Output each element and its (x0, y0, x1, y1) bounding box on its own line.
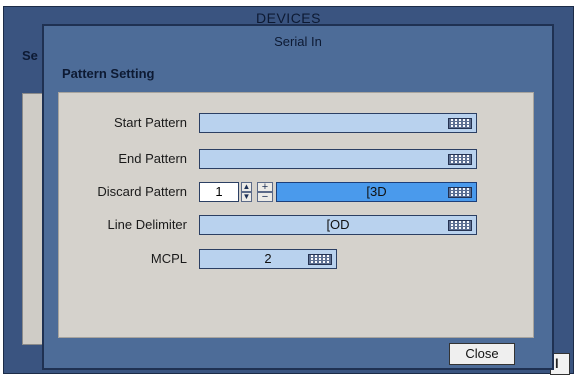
pattern-setting-label: Pattern Setting (62, 66, 155, 81)
end-pattern-row: End Pattern (59, 149, 533, 169)
line-delimiter-value: [OD (326, 217, 350, 232)
minus-button[interactable]: − (257, 192, 273, 203)
pattern-setting-panel: Start Pattern End Pattern Discard Patter… (58, 92, 534, 338)
start-pattern-label: Start Pattern (114, 115, 187, 130)
keyboard-icon[interactable] (448, 220, 472, 231)
mcpl-value: 2 (264, 251, 272, 266)
end-pattern-label: End Pattern (118, 151, 187, 166)
discard-pattern-value: [3D (366, 184, 387, 199)
close-button[interactable]: Close (449, 343, 515, 365)
line-delimiter-row: Line Delimiter [OD (59, 215, 533, 235)
mcpl-label: MCPL (150, 251, 187, 266)
serial-in-dialog: Serial In Pattern Setting Start Pattern … (42, 24, 554, 370)
spin-down-button[interactable]: ▼ (241, 192, 252, 202)
discard-count-field[interactable]: 1 (199, 182, 239, 202)
discard-pattern-row: Discard Pattern 1 ▲ ▼ + − [3D (59, 182, 533, 203)
dialog-title: Serial In (274, 34, 322, 49)
spin-up-button[interactable]: ▲ (241, 182, 252, 192)
mcpl-row: MCPL 2 (59, 249, 533, 269)
keyboard-icon[interactable] (448, 118, 472, 129)
discard-pattern-label: Discard Pattern (97, 184, 187, 199)
start-pattern-row: Start Pattern (59, 113, 533, 133)
discard-pattern-field[interactable]: [3D (276, 182, 477, 202)
keyboard-icon[interactable] (448, 187, 472, 198)
keyboard-icon[interactable] (448, 154, 472, 165)
keyboard-icon[interactable] (308, 254, 332, 265)
line-delimiter-field[interactable]: [OD (199, 215, 477, 235)
start-pattern-field[interactable] (199, 113, 477, 133)
line-delimiter-label: Line Delimiter (107, 217, 187, 232)
mcpl-field[interactable]: 2 (199, 249, 337, 269)
end-pattern-field[interactable] (199, 149, 477, 169)
devices-side-label: Se (22, 48, 38, 63)
